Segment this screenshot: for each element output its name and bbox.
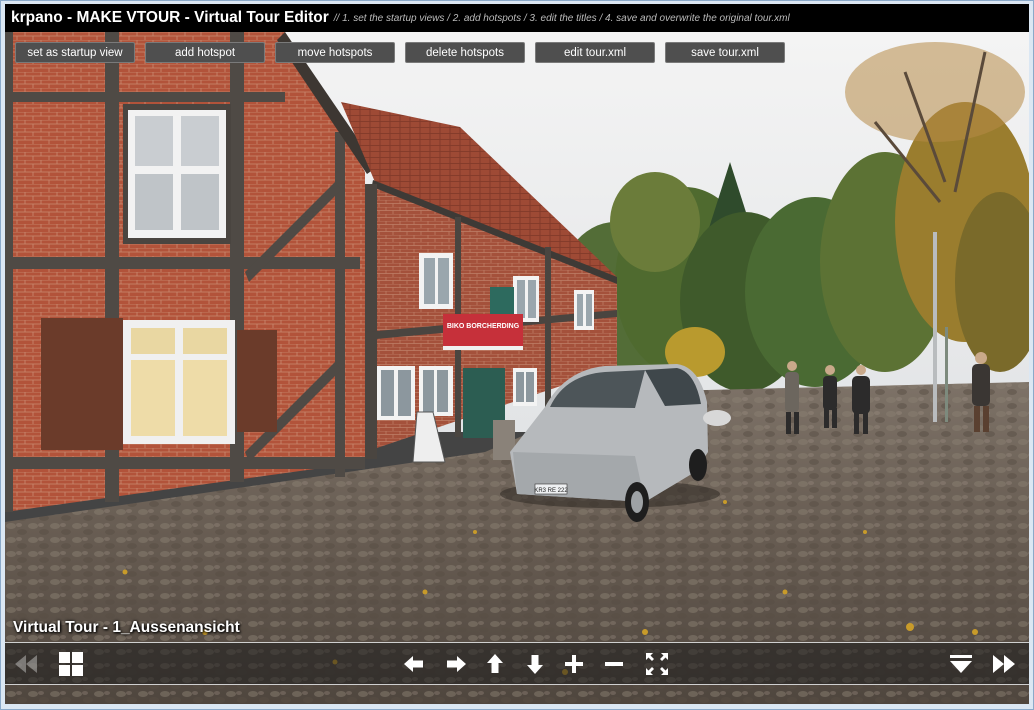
window-frame: krpano - MAKE VTOUR - Virtual Tour Edito… xyxy=(0,0,1034,710)
banner-text: BIKO BORCHERDING xyxy=(447,323,520,330)
control-bar xyxy=(5,643,1029,684)
title-bar: krpano - MAKE VTOUR - Virtual Tour Edito… xyxy=(5,4,1029,32)
edit-tour-xml-button[interactable]: edit tour.xml xyxy=(535,42,655,63)
scene-title: Virtual Tour - 1_Aussenansicht xyxy=(13,619,240,636)
arrow-down-icon[interactable] xyxy=(522,651,548,677)
delete-hotspots-button[interactable]: delete hotspots xyxy=(405,42,525,63)
add-hotspot-button[interactable]: add hotspot xyxy=(145,42,265,63)
navbar-bottom-divider xyxy=(5,684,1029,685)
app-title: krpano - MAKE VTOUR - Virtual Tour Edito… xyxy=(11,9,329,26)
panorama-image[interactable]: BIKO BORCHERDING KR3 RE 222 xyxy=(5,32,1029,704)
thumbnails-grid-icon[interactable] xyxy=(58,651,84,677)
save-tour-xml-button[interactable]: save tour.xml xyxy=(665,42,785,63)
arrow-left-icon[interactable] xyxy=(401,651,427,677)
set-startup-view-button[interactable]: set as startup view xyxy=(15,42,135,63)
zoom-out-icon[interactable] xyxy=(601,651,627,677)
arrow-right-icon[interactable] xyxy=(443,651,469,677)
skip-forward-icon[interactable] xyxy=(991,651,1017,677)
license-plate: KR3 RE 222 xyxy=(534,488,568,494)
arrow-up-icon[interactable] xyxy=(482,651,508,677)
tour-viewer[interactable]: krpano - MAKE VTOUR - Virtual Tour Edito… xyxy=(5,4,1029,704)
app-instructions: // 1. set the startup views / 2. add hot… xyxy=(333,12,790,24)
skip-back-icon[interactable] xyxy=(13,651,39,677)
zoom-in-icon[interactable] xyxy=(561,651,587,677)
hide-bar-icon[interactable] xyxy=(948,651,974,677)
move-hotspots-button[interactable]: move hotspots xyxy=(275,42,395,63)
fullscreen-icon[interactable] xyxy=(644,651,670,677)
